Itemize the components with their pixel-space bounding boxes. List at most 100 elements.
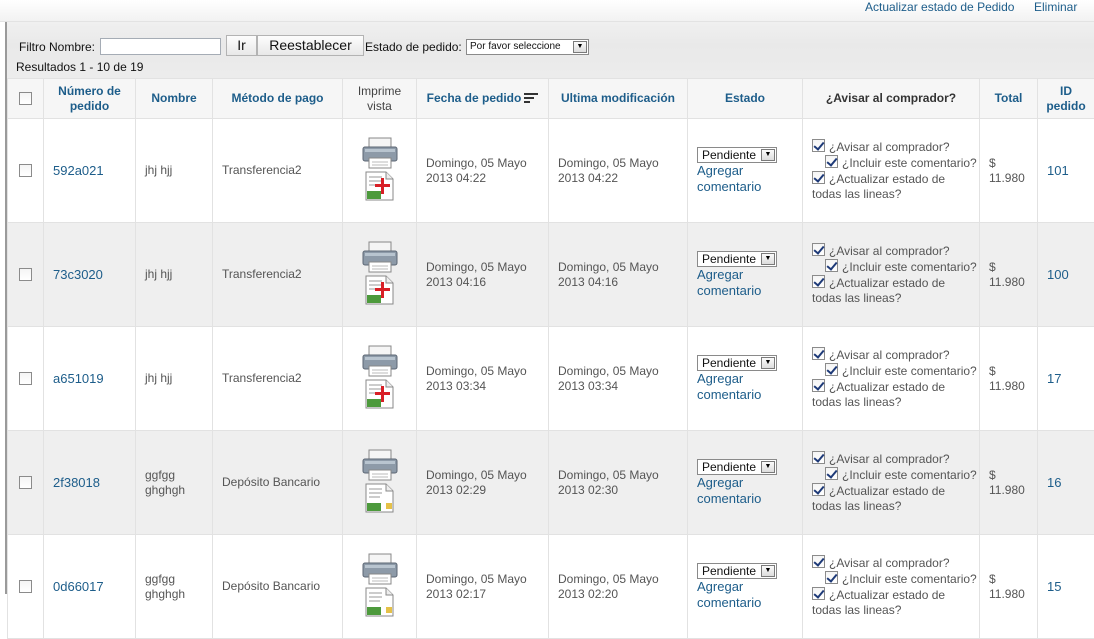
order-number-cell: 0d66017 <box>44 535 136 639</box>
reset-button[interactable]: Reestablecer <box>257 35 364 56</box>
notify-buyer-label: ¿Avisar al comprador? <box>829 452 950 466</box>
order-number-cell: 592a021 <box>44 119 136 223</box>
col-order-id[interactable]: ID pedido <box>1038 79 1094 119</box>
chevron-down-icon: ▼ <box>573 41 587 53</box>
col-last-modified[interactable]: Ultima modificación <box>549 79 688 119</box>
delete-link[interactable]: Eliminar <box>1034 0 1077 14</box>
print-cell <box>343 223 417 327</box>
update-all-lines-label: ¿Actualizar estado de todas las lineas? <box>812 276 945 305</box>
order-number-link[interactable]: 73c3020 <box>53 267 103 282</box>
row-checkbox[interactable] <box>19 476 32 489</box>
notify-cell: ¿Avisar al comprador? ¿Incluir este come… <box>803 535 980 639</box>
table-row: 592a021 jhj hjj Transferencia2 <box>8 119 1094 223</box>
notify-buyer-checkbox[interactable] <box>812 243 825 256</box>
order-id-link[interactable]: 15 <box>1047 579 1061 594</box>
include-comment-checkbox[interactable] <box>825 467 838 480</box>
order-number-link[interactable]: a651019 <box>53 371 104 386</box>
order-status-dropdown[interactable]: Pendiente▼ <box>697 147 777 163</box>
printer-pdf-icon[interactable] <box>360 344 400 410</box>
payment-method: Transferencia2 <box>213 327 343 431</box>
row-checkbox[interactable] <box>19 164 32 177</box>
include-comment-option: ¿Incluir este comentario? <box>812 571 975 587</box>
order-id-link[interactable]: 17 <box>1047 371 1061 386</box>
order-status-select-value: Por favor seleccione <box>470 41 561 52</box>
col-order-number[interactable]: Número de pedido <box>44 79 136 119</box>
update-all-lines-checkbox[interactable] <box>812 275 825 288</box>
status-cell: Pendiente▼ Agregar comentario <box>688 535 803 639</box>
include-comment-checkbox[interactable] <box>825 155 838 168</box>
notify-buyer-option: ¿Avisar al comprador? <box>812 243 975 259</box>
notify-buyer-checkbox[interactable] <box>812 347 825 360</box>
add-comment-link[interactable]: Agregar comentario <box>697 371 798 403</box>
status-cell: Pendiente▼ Agregar comentario <box>688 431 803 535</box>
notify-cell: ¿Avisar al comprador? ¿Incluir este come… <box>803 119 980 223</box>
printer-pdf-icon[interactable] <box>360 136 400 202</box>
include-comment-label: ¿Incluir este comentario? <box>842 156 977 170</box>
col-order-date[interactable]: Fecha de pedido <box>417 79 549 119</box>
include-comment-checkbox[interactable] <box>825 259 838 272</box>
update-all-lines-checkbox[interactable] <box>812 379 825 392</box>
add-comment-link[interactable]: Agregar comentario <box>697 267 798 299</box>
add-comment-link[interactable]: Agregar comentario <box>697 475 798 507</box>
order-id-cell: 15 <box>1038 535 1094 639</box>
name-filter-input[interactable] <box>100 38 221 55</box>
order-status-dropdown[interactable]: Pendiente▼ <box>697 355 777 371</box>
go-button[interactable]: Ir <box>226 35 257 56</box>
status-cell: Pendiente▼ Agregar comentario <box>688 327 803 431</box>
printer-pdf-icon[interactable] <box>360 240 400 306</box>
col-name[interactable]: Nombre <box>136 79 213 119</box>
order-status-dropdown[interactable]: Pendiente▼ <box>697 251 777 267</box>
update-all-lines-option: ¿Actualizar estado de todas las lineas? <box>812 483 975 514</box>
order-status-dropdown[interactable]: Pendiente▼ <box>697 459 777 475</box>
notify-buyer-option: ¿Avisar al comprador? <box>812 555 975 571</box>
include-comment-checkbox[interactable] <box>825 363 838 376</box>
include-comment-option: ¿Incluir este comentario? <box>812 259 975 275</box>
add-comment-link[interactable]: Agregar comentario <box>697 163 798 195</box>
col-payment-method[interactable]: Método de pago <box>213 79 343 119</box>
notify-buyer-label: ¿Avisar al comprador? <box>829 244 950 258</box>
update-order-status-link[interactable]: Actualizar estado de Pedido <box>865 0 1014 14</box>
notify-buyer-checkbox[interactable] <box>812 555 825 568</box>
print-cell <box>343 119 417 223</box>
include-comment-checkbox[interactable] <box>825 571 838 584</box>
order-number-link[interactable]: 0d66017 <box>53 579 104 594</box>
printer-invoice-icon[interactable] <box>360 552 400 618</box>
order-id-link[interactable]: 16 <box>1047 475 1061 490</box>
order-id-link[interactable]: 100 <box>1047 267 1069 282</box>
printer-invoice-icon[interactable] <box>360 448 400 514</box>
row-select-cell <box>8 327 44 431</box>
status-cell: Pendiente▼ Agregar comentario <box>688 119 803 223</box>
order-total: $ 11.980 <box>980 431 1038 535</box>
order-number-link[interactable]: 592a021 <box>53 163 104 178</box>
customer-name: jhj hjj <box>136 119 213 223</box>
notify-cell: ¿Avisar al comprador? ¿Incluir este come… <box>803 431 980 535</box>
order-number-link[interactable]: 2f38018 <box>53 475 100 490</box>
update-all-lines-checkbox[interactable] <box>812 171 825 184</box>
col-notify-buyer: ¿Avisar al comprador? <box>803 79 980 119</box>
order-status-select[interactable]: Por favor seleccione ▼ <box>466 39 589 55</box>
row-checkbox[interactable] <box>19 372 32 385</box>
order-total: $ 11.980 <box>980 223 1038 327</box>
chevron-down-icon: ▼ <box>761 357 775 369</box>
update-all-lines-checkbox[interactable] <box>812 483 825 496</box>
update-all-lines-label: ¿Actualizar estado de todas las lineas? <box>812 172 945 201</box>
print-cell <box>343 431 417 535</box>
order-status-value: Pendiente <box>702 252 756 266</box>
order-date: Domingo, 05 Mayo 2013 03:34 <box>417 327 549 431</box>
col-status[interactable]: Estado <box>688 79 803 119</box>
add-comment-link[interactable]: Agregar comentario <box>697 579 798 611</box>
order-id-link[interactable]: 101 <box>1047 163 1069 178</box>
col-total[interactable]: Total <box>980 79 1038 119</box>
row-checkbox[interactable] <box>19 580 32 593</box>
last-modified-date: Domingo, 05 Mayo 2013 03:34 <box>549 327 688 431</box>
select-all-checkbox[interactable] <box>19 92 32 105</box>
col-order-date-label: Fecha de pedido <box>427 91 522 105</box>
order-status-label: Estado de pedido: <box>365 40 462 54</box>
notify-buyer-checkbox[interactable] <box>812 451 825 464</box>
row-checkbox[interactable] <box>19 268 32 281</box>
order-status-dropdown[interactable]: Pendiente▼ <box>697 563 777 579</box>
order-status-value: Pendiente <box>702 460 756 474</box>
notify-buyer-checkbox[interactable] <box>812 139 825 152</box>
order-date: Domingo, 05 Mayo 2013 02:29 <box>417 431 549 535</box>
order-date: Domingo, 05 Mayo 2013 02:17 <box>417 535 549 639</box>
